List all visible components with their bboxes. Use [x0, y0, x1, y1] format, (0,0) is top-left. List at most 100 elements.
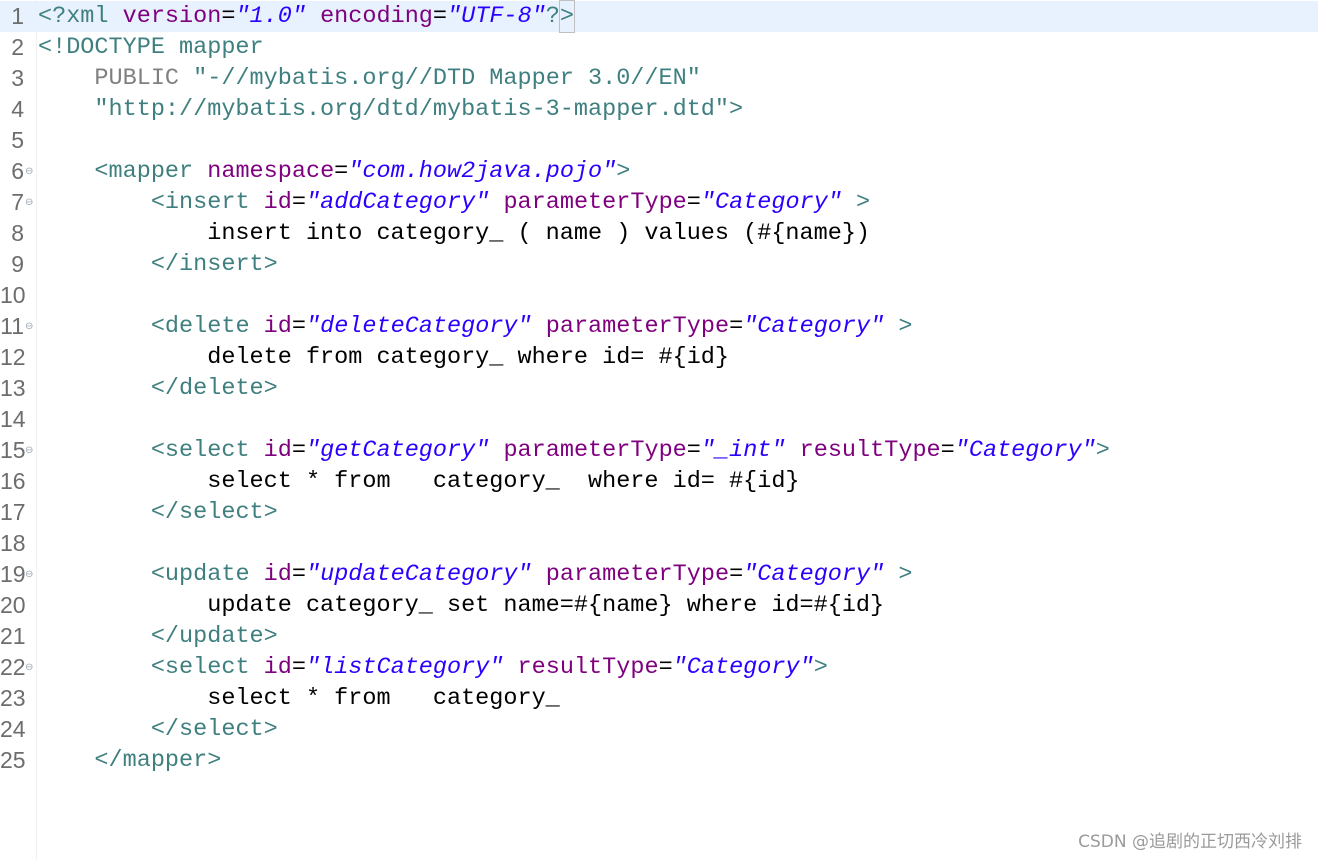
code-token: </delete>	[150, 375, 278, 402]
code-token: <update	[150, 561, 264, 588]
code-token: =	[291, 437, 306, 464]
line-number: 10	[0, 282, 26, 308]
code-line[interactable]: 10	[0, 280, 1318, 311]
code-token: =	[686, 437, 701, 464]
code-text: select * from category_	[38, 683, 560, 714]
code-text: <delete id="deleteCategory" parameterTyp…	[38, 311, 913, 342]
code-token: id	[263, 437, 292, 464]
code-line[interactable]: 13 </delete>	[0, 373, 1318, 404]
code-token: =	[291, 313, 306, 340]
code-token: </select>	[150, 499, 278, 526]
code-token: =	[291, 561, 306, 588]
code-line[interactable]: 6 ⊖ <mapper namespace="com.how2java.pojo"…	[0, 156, 1318, 187]
code-line[interactable]: 23 select * from category_	[0, 683, 1318, 714]
code-line[interactable]: 7 ⊖ <insert id="addCategory" parameterTyp…	[0, 187, 1318, 218]
code-text: </insert>	[38, 249, 278, 280]
code-token: "getCategory"	[305, 437, 490, 464]
code-token: ?	[545, 3, 560, 30]
code-token: parameterType	[545, 313, 730, 340]
code-token: <mapper	[94, 158, 208, 185]
code-token: =	[686, 189, 701, 216]
code-token: =	[432, 3, 448, 30]
code-line[interactable]: 3 PUBLIC "-//mybatis.org//DTD Mapper 3.0…	[0, 63, 1318, 94]
code-line[interactable]: 11 ⊖ <delete id="deleteCategory" paramete…	[0, 311, 1318, 342]
line-number: 20	[0, 592, 26, 618]
code-line[interactable]: 21 </update>	[0, 621, 1318, 652]
watermark: CSDN @追剧的正切西冷刘排	[1078, 832, 1302, 852]
code-line[interactable]: 12 delete from category_ where id= #{id}	[0, 342, 1318, 373]
code-line[interactable]: 15 ⊖ <select id="getCategory" parameterTy…	[0, 435, 1318, 466]
code-text: <?xml version="1.0" encoding="UTF-8"?>	[38, 0, 575, 33]
line-number: 15	[0, 437, 26, 463]
code-text: <update id="updateCategory" parameterTyp…	[38, 559, 913, 590]
code-line[interactable]: 19 ⊖ <update id="updateCategory" paramete…	[0, 559, 1318, 590]
code-token: <select	[150, 654, 264, 681]
code-area[interactable]: 1 <?xml version="1.0" encoding="UTF-8"?> 2…	[0, 0, 1318, 776]
line-number: 4	[11, 96, 24, 122]
line-number: 9	[11, 251, 24, 277]
code-token: PUBLIC	[38, 65, 194, 92]
code-line[interactable]: 16 select * from category_ where id= #{i…	[0, 466, 1318, 497]
code-token: id	[263, 654, 292, 681]
code-text: </select>	[38, 497, 278, 528]
code-token: =	[334, 158, 349, 185]
code-text: <mapper namespace="com.how2java.pojo">	[38, 156, 630, 187]
code-line[interactable]: 22 ⊖ <select id="listCategory" resultType…	[0, 652, 1318, 683]
line-number: 8	[11, 220, 24, 246]
code-line[interactable]: 24 </select>	[0, 714, 1318, 745]
fold-toggle-icon[interactable]: ⊖	[25, 187, 35, 218]
code-token: parameterType	[503, 437, 687, 464]
code-token: select * from category_ where id= #{id}	[38, 468, 800, 495]
code-text: <select id="getCategory" parameterType="…	[38, 435, 1110, 466]
code-token: <insert	[150, 189, 264, 216]
code-line[interactable]: 18	[0, 528, 1318, 559]
code-token: "Category"	[672, 654, 814, 681]
code-token: "listCategory"	[305, 654, 504, 681]
code-token: id	[263, 561, 292, 588]
fold-toggle-icon[interactable]: ⊖	[25, 156, 35, 187]
code-editor[interactable]: 1 <?xml version="1.0" encoding="UTF-8"?> 2…	[0, 0, 1318, 860]
code-line[interactable]: 1 <?xml version="1.0" encoding="UTF-8"?>	[0, 0, 1318, 33]
code-line[interactable]: 4 "http://mybatis.org/dtd/mybatis-3-mapp…	[0, 94, 1318, 125]
code-line[interactable]: 9 </insert>	[0, 249, 1318, 280]
code-line[interactable]: 25 </mapper>	[0, 745, 1318, 776]
code-text: insert into category_ ( name ) values (#…	[38, 218, 870, 249]
code-token: encoding	[320, 3, 433, 30]
fold-toggle-icon[interactable]: ⊖	[25, 559, 35, 590]
code-token: =	[291, 654, 306, 681]
line-number: 24	[0, 716, 26, 742]
code-token: >	[616, 158, 631, 185]
code-token: >	[1095, 437, 1110, 464]
code-token: >	[884, 561, 913, 588]
code-token: =	[221, 3, 236, 30]
fold-toggle-icon[interactable]: ⊖	[25, 652, 35, 683]
code-token: =	[291, 189, 306, 216]
code-line[interactable]: 20 update category_ set name=#{name} whe…	[0, 590, 1318, 621]
code-token: "Category"	[700, 189, 842, 216]
fold-toggle-icon[interactable]: ⊖	[25, 435, 35, 466]
code-text: </mapper>	[38, 745, 221, 776]
code-text: PUBLIC "-//mybatis.org//DTD Mapper 3.0//…	[38, 63, 700, 94]
line-number: 3	[11, 65, 24, 91]
code-token: "UTF-8"	[447, 3, 546, 30]
fold-toggle-icon[interactable]: ⊖	[25, 311, 35, 342]
code-line[interactable]: 5	[0, 125, 1318, 156]
code-line[interactable]: 14	[0, 404, 1318, 435]
code-line[interactable]: 17 </select>	[0, 497, 1318, 528]
line-number: 6	[11, 158, 24, 184]
code-line[interactable]: 8 insert into category_ ( name ) values …	[0, 218, 1318, 249]
code-line[interactable]: 2 <!DOCTYPE mapper	[0, 32, 1318, 63]
line-number: 19	[0, 561, 26, 587]
